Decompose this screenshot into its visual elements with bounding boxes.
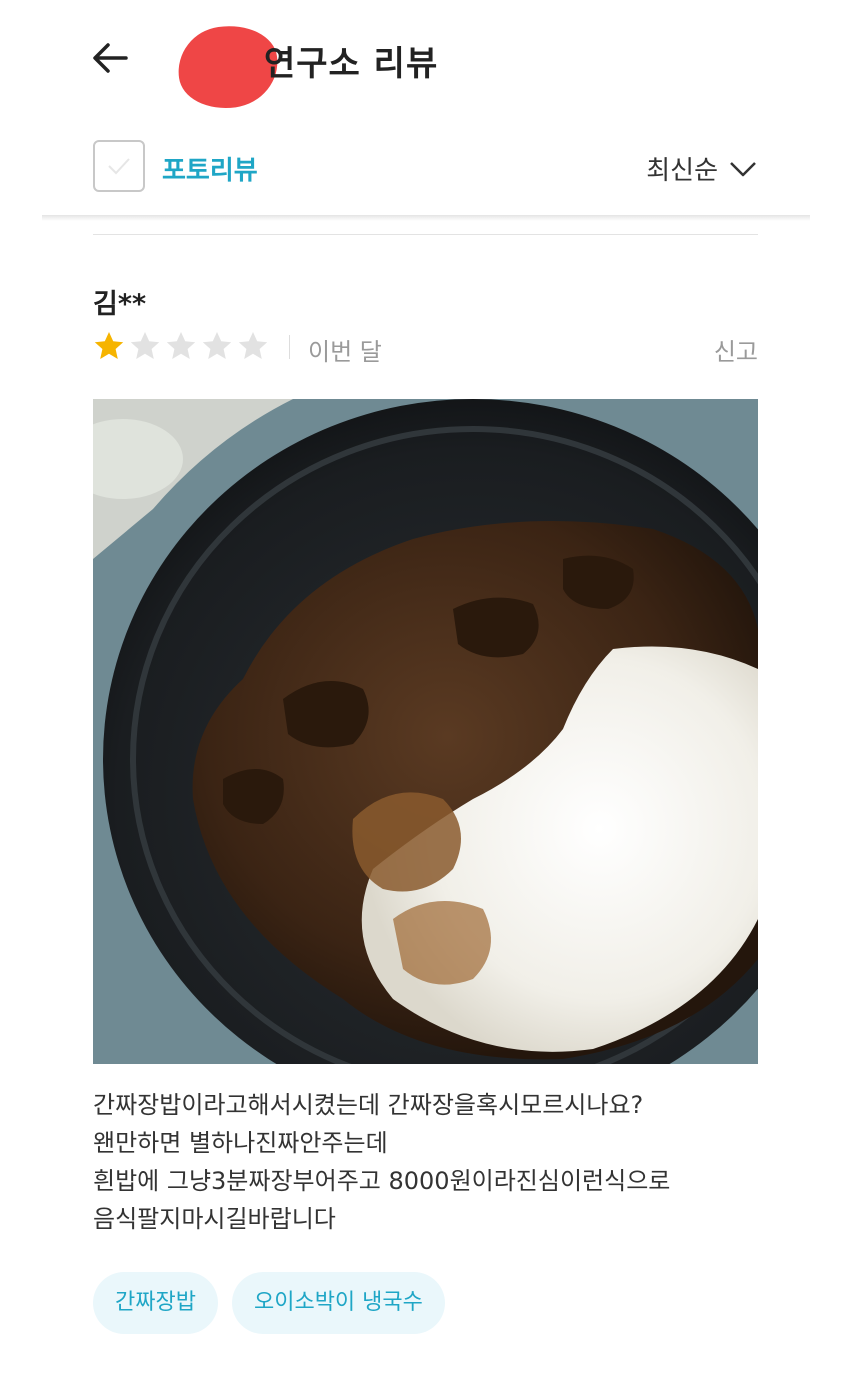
photo-review-label[interactable]: 포토리뷰 <box>162 150 258 187</box>
arrow-left-icon <box>93 43 128 73</box>
report-button[interactable]: 신고 <box>714 332 758 367</box>
back-button[interactable] <box>90 38 130 78</box>
menu-tag[interactable]: 오이소박이 냉국수 <box>231 1272 445 1334</box>
photo-review-checkbox[interactable] <box>93 140 145 192</box>
meta-separator <box>289 335 290 359</box>
review-date: 이번 달 <box>308 338 382 366</box>
sort-label: 최신순 <box>646 156 718 186</box>
star-empty-icon <box>238 332 268 359</box>
divider <box>93 234 758 235</box>
star-empty-icon <box>202 332 232 359</box>
star-empty-icon <box>130 332 160 359</box>
review-photo[interactable] <box>93 399 758 1064</box>
food-photo-image <box>93 399 758 1064</box>
page-title: 연구소 리뷰 <box>264 44 439 84</box>
section-shadow <box>42 215 810 221</box>
star-rating <box>93 330 269 362</box>
sort-dropdown[interactable]: 최신순 <box>646 150 758 187</box>
chevron-down-icon <box>730 161 756 176</box>
menu-tag[interactable]: 간짜장밥 <box>93 1272 218 1334</box>
star-empty-icon <box>166 332 196 359</box>
filter-bar: 포토리뷰 최신순 <box>0 140 850 200</box>
app-header: 연구소 리뷰 <box>0 0 850 120</box>
star-filled-icon <box>94 332 124 359</box>
menu-tags: 간짜장밥 오이소박이 냉국수 <box>93 1272 445 1334</box>
review-text: 간짜장밥이라고해서시켰는데 간짜장을혹시모르시나요? 왠만하면 별하나진짜안주는… <box>93 1091 671 1233</box>
reviewer-name: 김** <box>93 289 147 320</box>
check-icon <box>108 158 130 175</box>
